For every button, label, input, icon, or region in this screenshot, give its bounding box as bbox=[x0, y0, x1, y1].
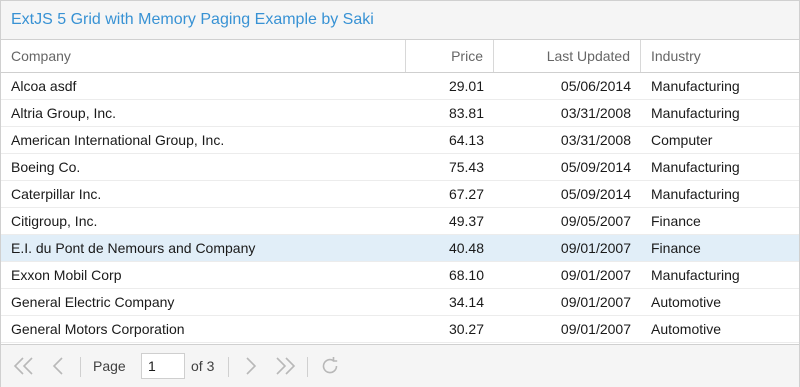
table-row[interactable]: Altria Group, Inc. 83.81 03/31/2008 Manufac… bbox=[1, 100, 799, 127]
cell-price: 75.43 bbox=[448, 159, 484, 175]
cell-industry: Finance bbox=[651, 213, 701, 229]
last-page-button[interactable] bbox=[272, 353, 298, 379]
grid-header: Company Price Last Updated Industry bbox=[1, 40, 799, 73]
cell-industry: Automotive bbox=[651, 294, 722, 310]
grid-body: Alcoa asdf 29.01 05/06/2014 Manufacturing Al… bbox=[1, 73, 799, 344]
cell-last-updated: 03/31/2008 bbox=[560, 105, 631, 121]
cell-industry: Finance bbox=[651, 240, 701, 256]
table-row[interactable]: Citigroup, Inc. 49.37 09/05/2007 Finance bbox=[1, 208, 799, 235]
cell-industry: Manufacturing bbox=[651, 159, 740, 175]
cell-industry: Automotive bbox=[651, 321, 722, 337]
cell-company: American International Group, Inc. bbox=[11, 132, 225, 148]
cell-last-updated: 05/09/2014 bbox=[560, 186, 631, 202]
cell-last-updated: 09/05/2007 bbox=[560, 213, 631, 229]
column-header-company[interactable]: Company bbox=[1, 40, 406, 72]
cell-last-updated: 09/01/2007 bbox=[560, 240, 631, 256]
cell-company: Alcoa asdf bbox=[11, 78, 77, 94]
table-row[interactable]: Boeing Co. 75.43 05/09/2014 Manufacturing bbox=[1, 154, 799, 181]
cell-last-updated: 05/09/2014 bbox=[560, 159, 631, 175]
cell-price: 83.81 bbox=[448, 105, 484, 121]
page-number-input[interactable] bbox=[141, 353, 185, 379]
panel-header: ExtJS 5 Grid with Memory Paging Example … bbox=[1, 1, 799, 40]
last-page-icon bbox=[276, 357, 296, 375]
first-page-icon bbox=[13, 357, 33, 375]
cell-last-updated: 09/01/2007 bbox=[560, 267, 631, 283]
cell-company: E.I. du Pont de Nemours and Company bbox=[11, 240, 256, 256]
cell-price: 67.27 bbox=[448, 186, 484, 202]
table-row[interactable]: American International Group, Inc. 64.13 0… bbox=[1, 127, 799, 154]
cell-industry: Computer bbox=[651, 132, 713, 148]
cell-last-updated: 09/01/2007 bbox=[560, 321, 631, 337]
panel-title: ExtJS 5 Grid with Memory Paging Example … bbox=[11, 11, 374, 28]
cell-company: General Electric Company bbox=[11, 294, 175, 310]
table-row[interactable]: Caterpillar Inc. 67.27 05/09/2014 Manufactu… bbox=[1, 181, 799, 208]
refresh-button[interactable] bbox=[317, 353, 343, 379]
cell-industry: Manufacturing bbox=[651, 78, 740, 94]
next-page-icon bbox=[246, 357, 257, 375]
prev-page-button[interactable] bbox=[45, 353, 71, 379]
table-row[interactable]: E.I. du Pont de Nemours and Company 40.48… bbox=[1, 235, 799, 262]
table-row[interactable]: General Motors Corporation 30.27 09/01/200… bbox=[1, 316, 799, 343]
cell-company: Boeing Co. bbox=[11, 159, 81, 175]
cell-industry: Manufacturing bbox=[651, 267, 740, 283]
cell-price: 40.48 bbox=[448, 240, 484, 256]
paging-toolbar: Page of 3 bbox=[1, 344, 799, 387]
column-header-industry[interactable]: Industry bbox=[641, 40, 799, 72]
cell-price: 30.27 bbox=[448, 321, 484, 337]
cell-last-updated: 05/06/2014 bbox=[560, 78, 631, 94]
page-count-label: of 3 bbox=[191, 358, 215, 374]
cell-price: 64.13 bbox=[448, 132, 484, 148]
next-page-button[interactable] bbox=[238, 353, 264, 379]
cell-last-updated: 09/01/2007 bbox=[560, 294, 631, 310]
cell-industry: Manufacturing bbox=[651, 186, 740, 202]
cell-company: Exxon Mobil Corp bbox=[11, 267, 122, 283]
toolbar-separator bbox=[228, 357, 229, 377]
cell-company: Citigroup, Inc. bbox=[11, 213, 98, 229]
cell-price: 29.01 bbox=[448, 78, 484, 94]
cell-company: Altria Group, Inc. bbox=[11, 105, 117, 121]
column-header-price[interactable]: Price bbox=[406, 40, 494, 72]
table-row[interactable]: Alcoa asdf 29.01 05/06/2014 Manufacturing bbox=[1, 73, 799, 100]
prev-page-icon bbox=[52, 357, 63, 375]
grid-panel: ExtJS 5 Grid with Memory Paging Example … bbox=[0, 0, 800, 387]
cell-price: 68.10 bbox=[448, 267, 484, 283]
cell-price: 34.14 bbox=[448, 294, 484, 310]
refresh-icon bbox=[322, 357, 338, 374]
page-label: Page bbox=[93, 358, 126, 374]
cell-company: General Motors Corporation bbox=[11, 321, 185, 337]
column-header-last-updated[interactable]: Last Updated bbox=[494, 40, 641, 72]
table-row[interactable]: General Electric Company 34.14 09/01/2007 A… bbox=[1, 289, 799, 316]
first-page-button[interactable] bbox=[11, 353, 37, 379]
toolbar-separator bbox=[80, 357, 81, 377]
cell-industry: Manufacturing bbox=[651, 105, 740, 121]
cell-company: Caterpillar Inc. bbox=[11, 186, 102, 202]
cell-last-updated: 03/31/2008 bbox=[560, 132, 631, 148]
toolbar-separator bbox=[307, 357, 308, 377]
table-row[interactable]: Exxon Mobil Corp 68.10 09/01/2007 Manufactu… bbox=[1, 262, 799, 289]
cell-price: 49.37 bbox=[448, 213, 484, 229]
